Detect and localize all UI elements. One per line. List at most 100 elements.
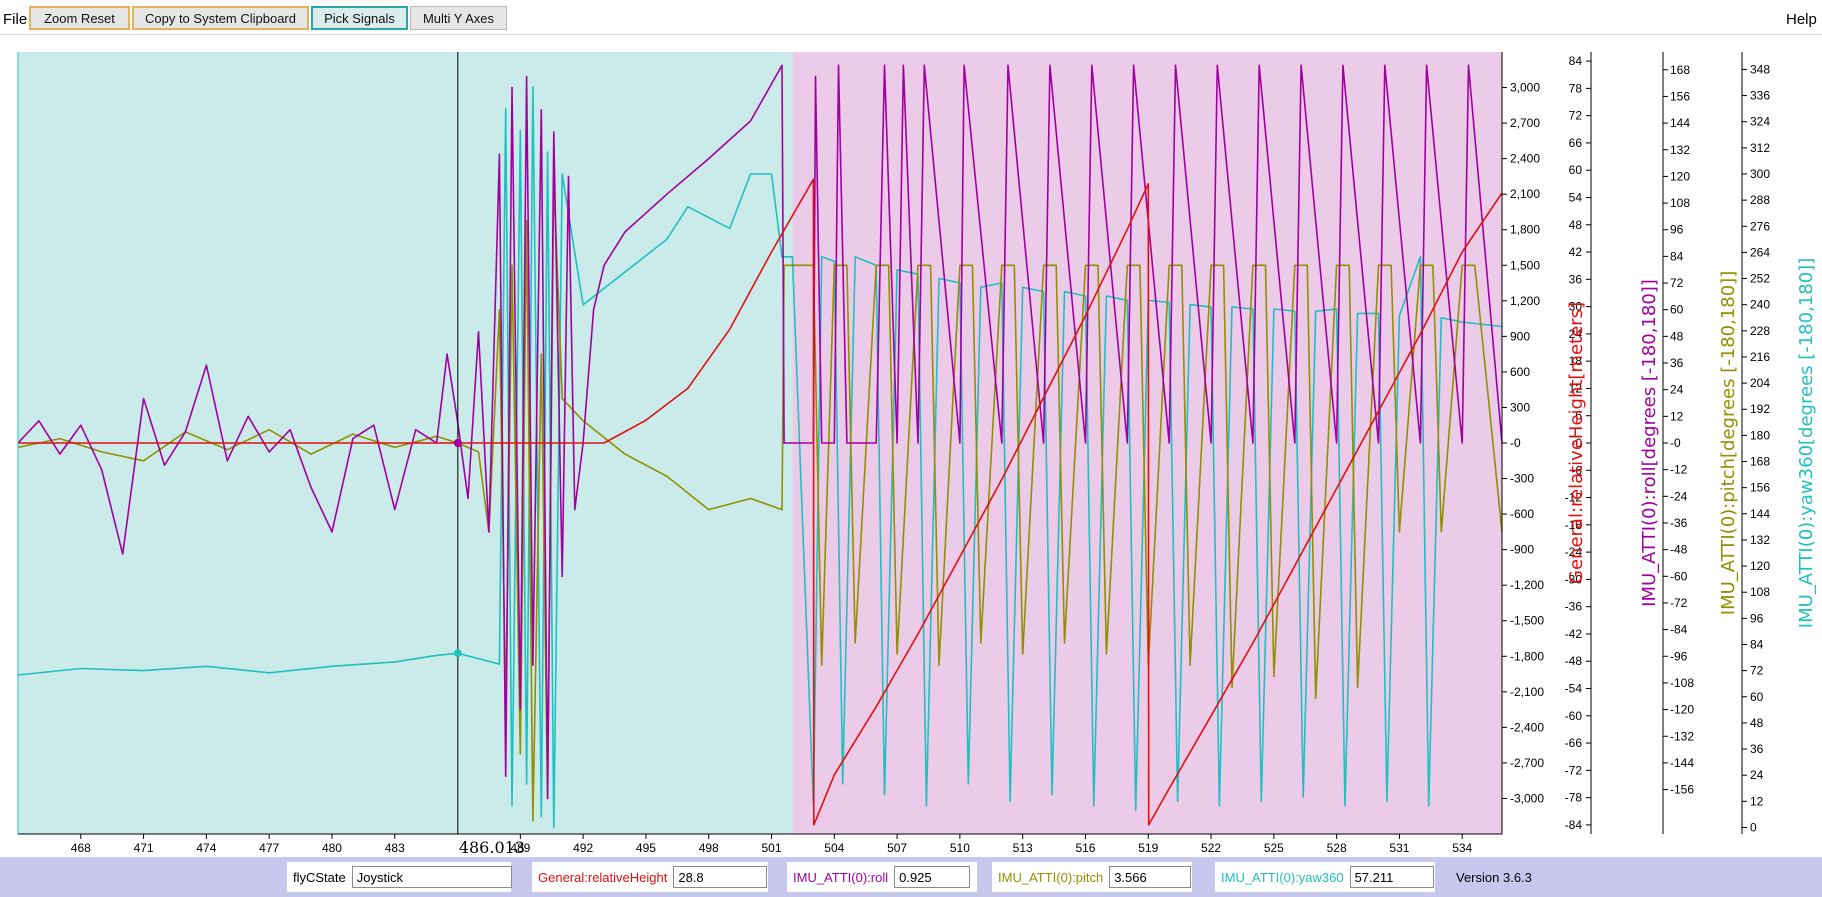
status-field-pitch: IMU_ATTI(0):pitch [992, 862, 1192, 892]
y-tick-label-yaw: 336 [1750, 89, 1770, 103]
y-tick-label-primary: -3,000 [1510, 791, 1544, 805]
y-tick-label-yaw: 84 [1750, 637, 1764, 651]
y-tick-label-yaw: 168 [1750, 455, 1770, 469]
y-tick-label-roll: 120 [1670, 169, 1690, 183]
y-tick-label-height: -54 [1565, 682, 1583, 696]
y-tick-label-yaw: 132 [1750, 533, 1770, 547]
menu-file[interactable]: File [3, 11, 27, 28]
status-label: IMU_ATTI(0):yaw360 [1221, 869, 1344, 885]
y-tick-label-yaw: 264 [1750, 245, 1770, 259]
x-tick-label: 531 [1389, 841, 1409, 855]
y-tick-label-height: -66 [1565, 736, 1583, 750]
y-tick-label-roll: 156 [1670, 89, 1690, 103]
flycstate-value-field[interactable] [351, 866, 512, 888]
y-tick-label-height: 48 [1569, 218, 1583, 232]
x-tick-label: 492 [573, 841, 593, 855]
yaw360-value-field[interactable] [1349, 866, 1434, 888]
y-tick-label-primary: -1,500 [1510, 614, 1544, 628]
y-tick-label-roll: -144 [1670, 756, 1694, 770]
x-tick-label: 513 [1013, 841, 1033, 855]
x-tick-label: 480 [322, 841, 342, 855]
pitch-value-field[interactable] [1109, 866, 1192, 888]
y-tick-label-yaw: 216 [1750, 350, 1770, 364]
x-tick-label: 507 [887, 841, 907, 855]
y-tick-label-height: 72 [1569, 109, 1583, 123]
y-tick-label-primary: -1,800 [1510, 649, 1544, 663]
y-tick-label-primary: -900 [1510, 543, 1534, 557]
status-bar: flyCState General:relativeHeight IMU_ATT… [0, 857, 1822, 897]
y-tick-label-primary: -1,200 [1510, 578, 1544, 592]
status-label: IMU_ATTI(0):roll [793, 869, 889, 885]
x-tick-label: 516 [1075, 841, 1095, 855]
y-axis-title-roll: IMU_ATTI(0):roll[degrees [-180,180]] [1639, 279, 1660, 607]
cursor-marker [453, 649, 462, 658]
y-tick-label-yaw: 24 [1750, 768, 1764, 782]
y-tick-label-height: -42 [1565, 627, 1583, 641]
y-tick-label-primary: 600 [1510, 365, 1530, 379]
y-tick-label-roll: -60 [1670, 569, 1688, 583]
y-tick-label-primary: 2,700 [1510, 116, 1540, 130]
y-tick-label-roll: -84 [1670, 623, 1688, 637]
y-tick-label-height: -36 [1565, 600, 1583, 614]
y-tick-label-yaw: 276 [1750, 219, 1770, 233]
menu-help[interactable]: Help [1786, 11, 1817, 28]
x-tick-label: 504 [824, 841, 844, 855]
y-tick-label-primary: 1,800 [1510, 223, 1540, 237]
pick-signals-button[interactable]: Pick Signals [311, 6, 408, 30]
copy-to-clipboard-button[interactable]: Copy to System Clipboard [132, 6, 309, 30]
y-tick-label-yaw: 204 [1750, 376, 1770, 390]
y-tick-label-yaw: 72 [1750, 664, 1764, 678]
y-tick-label-roll: -36 [1670, 516, 1688, 530]
status-field-flycstate: flyCState [287, 862, 512, 892]
y-tick-label-yaw: 144 [1750, 507, 1770, 521]
y-tick-label-roll: 72 [1670, 276, 1684, 290]
y-tick-label-height: 84 [1569, 54, 1583, 68]
status-label: General:relativeHeight [538, 869, 668, 885]
y-tick-label-roll: 84 [1670, 249, 1684, 263]
y-tick-label-yaw: 60 [1750, 690, 1764, 704]
y-tick-label-yaw: 48 [1750, 716, 1764, 730]
roll-value-field[interactable] [894, 866, 971, 888]
x-tick-label: 468 [71, 841, 91, 855]
y-tick-label-yaw: 288 [1750, 193, 1770, 207]
x-tick-label: 525 [1264, 841, 1284, 855]
y-tick-label-roll: -0 [1670, 436, 1681, 450]
cursor-marker [453, 439, 462, 447]
y-tick-label-roll: 96 [1670, 223, 1684, 237]
y-tick-label-roll: -132 [1670, 729, 1694, 743]
y-tick-label-primary: -600 [1510, 507, 1534, 521]
zoom-reset-button[interactable]: Zoom Reset [29, 6, 130, 30]
x-tick-label: 471 [134, 841, 154, 855]
y-tick-label-primary: -2,100 [1510, 685, 1544, 699]
y-tick-label-yaw: 192 [1750, 402, 1770, 416]
y-tick-label-roll: 36 [1670, 356, 1684, 370]
y-tick-label-roll: -12 [1670, 463, 1688, 477]
y-tick-label-roll: -120 [1670, 703, 1694, 717]
y-tick-label-yaw: 300 [1750, 167, 1770, 181]
y-axis-title-pitch: IMU_ATTI(0):pitch[degrees [-180,180]] [1718, 271, 1739, 615]
x-tick-label: 501 [761, 841, 781, 855]
y-tick-label-primary: -0 [1510, 436, 1521, 450]
x-tick-label: 519 [1138, 841, 1158, 855]
y-tick-label-height: -72 [1565, 763, 1583, 777]
y-tick-label-primary: -2,400 [1510, 720, 1544, 734]
y-tick-label-roll: 60 [1670, 303, 1684, 317]
y-tick-label-primary: 1,200 [1510, 294, 1540, 308]
status-field-relative-height: General:relativeHeight [532, 862, 768, 892]
x-tick-label: 498 [699, 841, 719, 855]
y-tick-label-roll: 12 [1670, 409, 1684, 423]
y-tick-label-height: -60 [1565, 709, 1583, 723]
y-tick-label-primary: 2,400 [1510, 152, 1540, 166]
y-tick-label-yaw: 324 [1750, 115, 1770, 129]
y-tick-label-height: 78 [1569, 81, 1583, 95]
y-tick-label-roll: 132 [1670, 143, 1690, 157]
y-tick-label-height: 66 [1569, 136, 1583, 150]
y-tick-label-roll: -24 [1670, 489, 1688, 503]
y-tick-label-primary: 1,500 [1510, 258, 1540, 272]
multi-y-axes-button[interactable]: Multi Y Axes [410, 6, 507, 30]
x-tick-label: 477 [259, 841, 279, 855]
y-tick-label-yaw: 108 [1750, 585, 1770, 599]
signal-plot[interactable]: 468 471 474 477 480 483 489 492 495 498 501 504 507 5… [0, 34, 1822, 856]
relative-height-value-field[interactable] [673, 866, 768, 888]
cursor-value-label: 486.013 [459, 838, 525, 856]
